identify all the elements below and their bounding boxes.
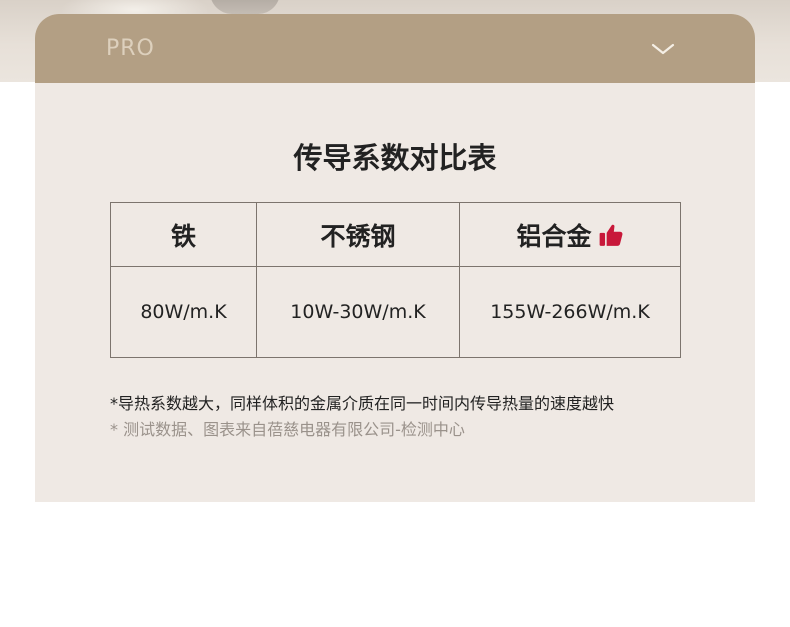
value-cell-iron: 80W/m.K — [110, 266, 257, 358]
pro-title: PRO — [106, 36, 155, 61]
thumbs-up-icon — [599, 224, 622, 246]
footnote-explanation: *导热系数越大，同样体积的金属介质在同一时间内传导热量的速度越快 — [110, 394, 615, 413]
header-cell-iron: 铁 — [110, 202, 257, 267]
header-label-aluminum-alloy: 铝合金 — [516, 221, 592, 251]
header-cell-stainless-steel: 不锈钢 — [256, 202, 460, 267]
conductivity-comparison-table: 铁 不锈钢 铝合金 80W/m.K 10W-30W/m.K 155W-266W/… — [110, 202, 681, 358]
header-cell-aluminum-alloy: 铝合金 — [459, 202, 681, 267]
comparison-table-title: 传导系数对比表 — [293, 141, 497, 175]
table-row: 80W/m.K 10W-30W/m.K 155W-266W/m.K — [110, 266, 681, 358]
footnote-source: * 测试数据、图表来自蓓慈电器有限公司-检测中心 — [110, 420, 465, 439]
value-cell-stainless-steel: 10W-30W/m.K — [256, 266, 460, 358]
product-photo-detail — [210, 0, 280, 14]
value-cell-aluminum-alloy: 155W-266W/m.K — [459, 266, 681, 358]
table-header-row: 铁 不锈钢 铝合金 — [110, 202, 681, 267]
chevron-down-icon[interactable] — [651, 42, 675, 56]
spec-card: PRO 传导系数对比表 铁 不锈钢 铝合金 80W/m.K 10W-30W/m.… — [35, 14, 755, 502]
pro-header-toggle[interactable]: PRO — [35, 14, 755, 83]
